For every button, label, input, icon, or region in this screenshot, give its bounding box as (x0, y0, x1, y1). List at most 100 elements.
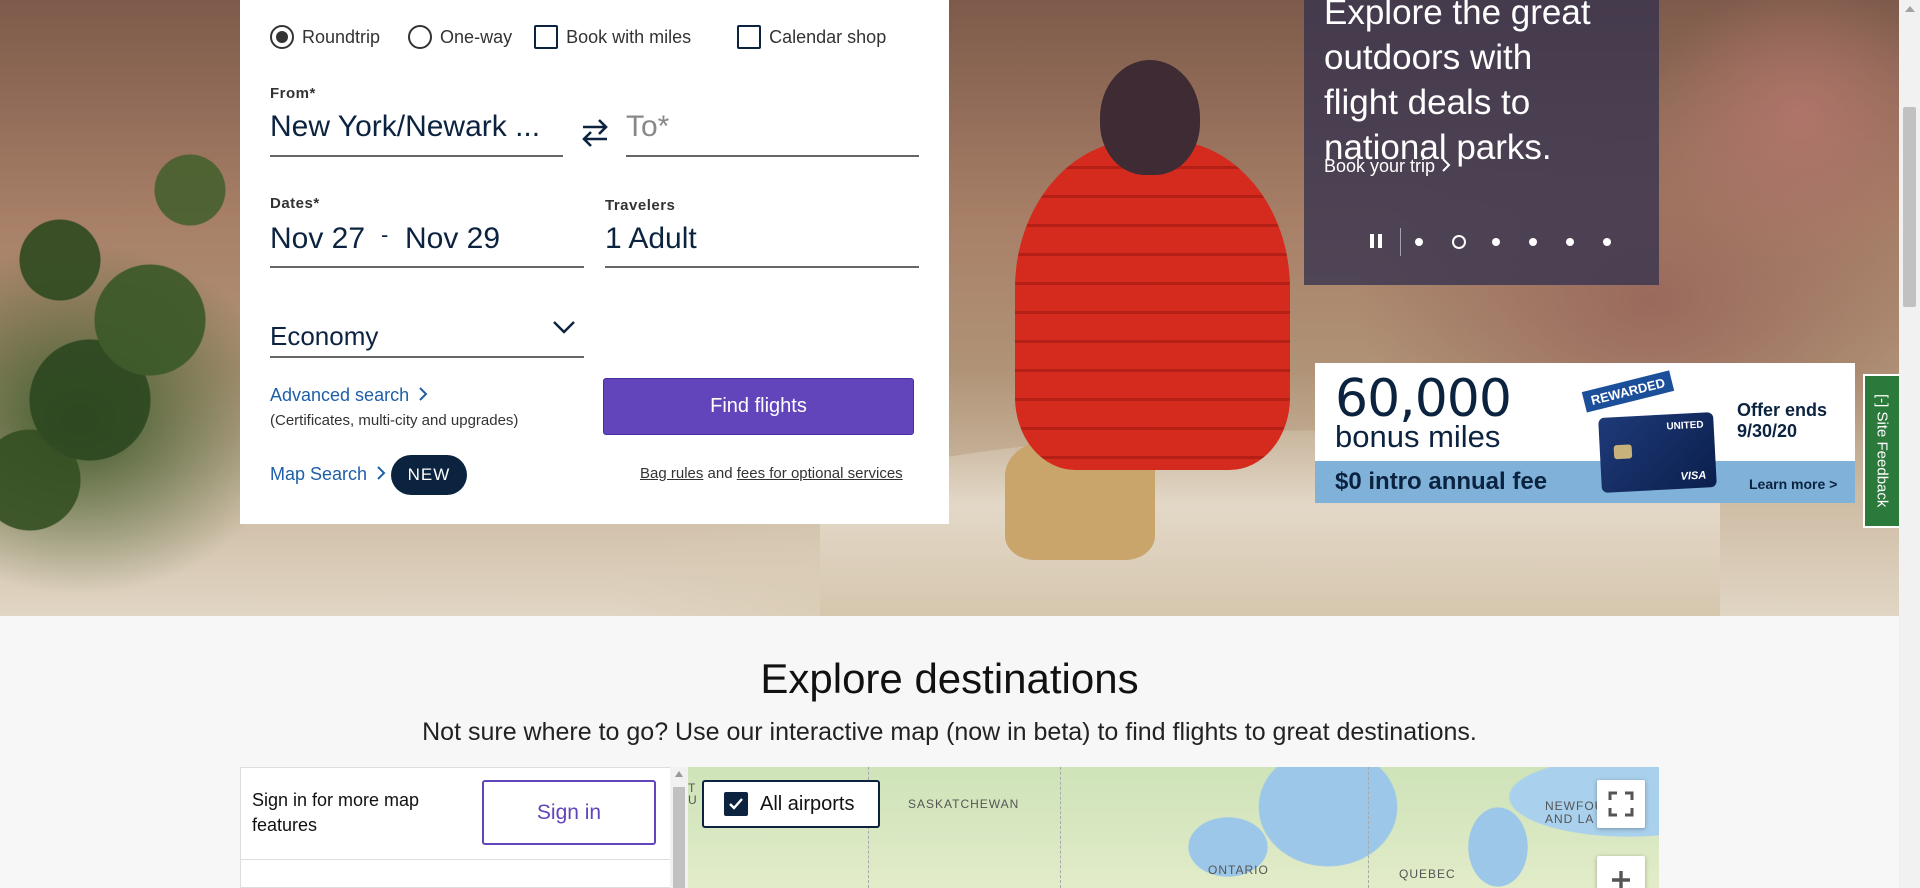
ad-learn-more[interactable]: Learn more > (1749, 476, 1837, 492)
promo-headline-line: outdoors with (1324, 38, 1533, 77)
promo-headline-line: flight deals to (1324, 83, 1531, 122)
ad-offer-ends: Offer ends 9/30/20 (1737, 400, 1827, 442)
advanced-search-label: Advanced search (270, 385, 410, 405)
fullscreen-icon[interactable] (1597, 780, 1645, 828)
new-badge: NEW (391, 455, 467, 495)
book-with-miles-label: Book with miles (566, 26, 692, 47)
bag-rules-and: and (707, 465, 733, 482)
to-input[interactable]: To* (626, 110, 669, 144)
dates-label: Dates* (270, 195, 320, 212)
travelers-label: Travelers (605, 197, 676, 214)
visa-logo: VISA (1680, 469, 1707, 483)
calendar-shop-option[interactable]: Calendar shop (737, 25, 886, 49)
panel-divider (241, 859, 673, 860)
panel-scrollbar[interactable] (670, 767, 688, 888)
from-input[interactable]: New York/Newark ... (270, 110, 540, 144)
book-with-miles-checkbox[interactable] (534, 25, 559, 49)
advanced-search-subtext: (Certificates, multi-city and upgrades) (270, 412, 519, 429)
page-scroll-thumb[interactable] (1903, 107, 1916, 307)
all-airports-toggle[interactable]: All airports (702, 780, 880, 828)
book-with-miles-option[interactable]: Book with miles (534, 25, 691, 49)
carousel-dot[interactable] (1492, 238, 1500, 246)
map-label-newfoundland: AND LA (1545, 812, 1595, 826)
chevron-down-icon[interactable] (552, 318, 576, 336)
oneway-radio[interactable] (408, 25, 433, 49)
calendar-shop-label: Calendar shop (769, 26, 887, 47)
promo-headline: Explore the great outdoors with flight d… (1324, 0, 1654, 170)
ad-offer-line1: Offer ends (1737, 400, 1828, 420)
roundtrip-label: Roundtrip (302, 26, 381, 47)
carousel-dot[interactable] (1415, 238, 1423, 246)
find-flights-button[interactable]: Find flights (603, 378, 914, 435)
carousel-dot[interactable] (1529, 238, 1537, 246)
trip-type-options: Roundtrip One-way Book with miles Calend… (270, 24, 904, 50)
from-underline (270, 155, 563, 157)
flight-booking-form: Roundtrip One-way Book with miles Calend… (240, 0, 949, 524)
cabin-select[interactable]: Economy (270, 321, 378, 352)
cabin-underline (270, 356, 584, 358)
map-search-link[interactable]: Map Search (270, 464, 386, 485)
depart-date-input[interactable]: Nov 27 (270, 222, 365, 256)
carousel-dot[interactable] (1603, 238, 1611, 246)
ad-bonus: bonus miles (1335, 419, 1501, 454)
travelers-underline (605, 266, 919, 268)
credit-card-image: UNITED VISA (1598, 412, 1717, 493)
map-search-label: Map Search (270, 464, 368, 484)
card-brand: UNITED (1666, 419, 1704, 433)
hero-hiker-image (1005, 40, 1295, 570)
oneway-label: One-way (440, 26, 513, 47)
scroll-up-arrow-icon[interactable] (675, 771, 683, 777)
hero-foliage (0, 60, 250, 540)
zoom-in-icon[interactable] (1597, 856, 1645, 888)
pause-icon[interactable] (1368, 234, 1384, 250)
book-your-trip-link[interactable]: Book your trip (1324, 156, 1451, 177)
from-label: From* (270, 85, 316, 102)
roundtrip-option[interactable]: Roundtrip (270, 25, 380, 49)
explore-title: Explore destinations (760, 655, 1139, 702)
return-date-input[interactable]: Nov 29 (405, 222, 500, 256)
fees-link[interactable]: fees for optional services (737, 465, 903, 482)
scroll-up-arrow-icon[interactable] (1905, 6, 1915, 12)
signin-prompt: Sign in for more map features (252, 790, 420, 835)
hiker-hat (1100, 60, 1200, 175)
book-your-trip-label: Book your trip (1324, 156, 1436, 176)
promo-panel: Explore the great outdoors with flight d… (1304, 0, 1659, 285)
checkmark-icon[interactable] (724, 792, 748, 816)
page-scrollbar[interactable] (1899, 0, 1920, 888)
ad-offer-line2: 9/30/20 (1737, 421, 1798, 441)
credit-card-ad[interactable]: 60,000 bonus miles REWARDED UNITED VISA … (1315, 363, 1855, 503)
chevron-right-icon (377, 466, 386, 480)
map-province-border (1368, 767, 1369, 888)
card-chip (1613, 444, 1633, 460)
oneway-option[interactable]: One-way (408, 25, 512, 49)
ad-annual-fee: $0 intro annual fee (1335, 468, 1548, 495)
site-feedback-tab[interactable]: [-] Site Feedback (1863, 374, 1901, 528)
roundtrip-radio[interactable] (270, 25, 294, 49)
map-signin-panel: Sign in for more map features Sign in (240, 767, 673, 888)
map-label-edge: U (688, 793, 698, 807)
map-label-ontario: ONTARIO (1208, 863, 1269, 877)
calendar-shop-checkbox[interactable] (737, 25, 762, 49)
bag-rules-link[interactable]: Bag rules (640, 465, 703, 482)
to-underline (626, 155, 919, 157)
ad-rewarded-tag: REWARDED (1581, 370, 1675, 413)
panel-scroll-thumb[interactable] (673, 787, 685, 888)
map-label-saskatchewan: SASKATCHEWAN (908, 797, 1020, 811)
advanced-search-link[interactable]: Advanced search (270, 385, 428, 406)
chevron-right-icon (1442, 158, 1451, 172)
explore-subtitle: Not sure where to go? Use our interactiv… (422, 718, 1477, 746)
map-province-border (1060, 767, 1061, 888)
all-airports-label: All airports (760, 792, 855, 815)
date-separator: - (381, 222, 389, 247)
swap-icon[interactable] (580, 116, 610, 150)
promo-headline-line: Explore the great (1324, 0, 1591, 32)
carousel-dot-active[interactable] (1452, 235, 1466, 249)
map-label-quebec: QUEBEC (1399, 867, 1456, 881)
sign-in-button[interactable]: Sign in (482, 780, 656, 845)
bag-rules-line: Bag rules and fees for optional services (640, 465, 903, 482)
carousel-controls (1368, 228, 1640, 256)
dates-underline (270, 266, 584, 268)
hiker-jacket (1015, 140, 1290, 470)
travelers-input[interactable]: 1 Adult (605, 222, 697, 256)
carousel-dot[interactable] (1566, 238, 1574, 246)
